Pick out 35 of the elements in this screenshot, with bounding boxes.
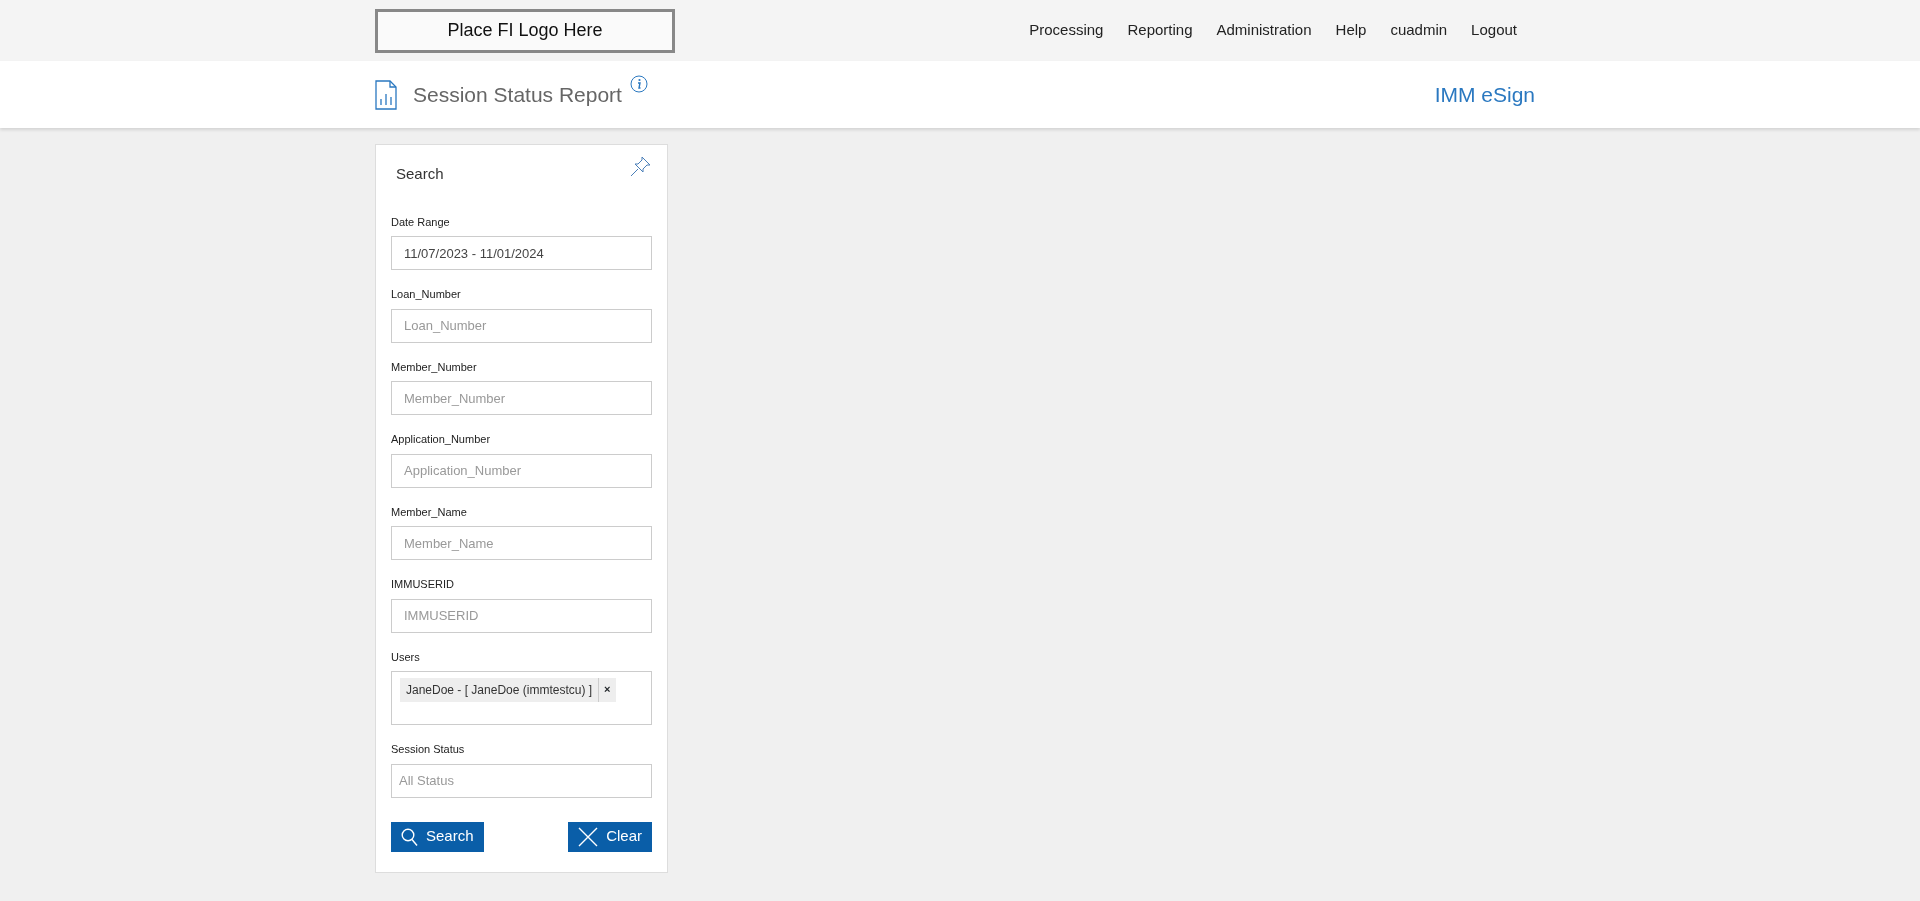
nav-link[interactable]: Reporting [1115,19,1205,42]
input-field[interactable]: 11/07/2023 - 11/01/2024 [391,236,652,270]
nav-link[interactable]: Processing [1017,19,1116,42]
nav-link[interactable]: Logout [1459,19,1529,42]
field-label: Loan_Number [391,287,462,302]
page-title: Session Status Report [413,81,622,108]
input-field[interactable]: Loan_Number [391,308,652,343]
tag-select-field[interactable]: JaneDoe - [ JaneDoe (immtestcu) ] × [391,671,652,725]
field-label: Application_Number [391,432,492,447]
input-field[interactable]: Application_Number [391,453,652,488]
field-label: IMMUSERID [391,577,455,592]
field-label: Member_Name [391,504,468,520]
logo-placeholder-text: Place FI Logo Here [447,19,603,42]
user-tag: JaneDoe - [ JaneDoe (immtestcu) ] [400,678,599,702]
input-field[interactable]: Member_Number [391,381,652,415]
close-icon [578,826,599,847]
pin-icon[interactable] [630,155,652,177]
clear-button[interactable]: Clear [568,821,652,852]
nav-link[interactable]: Administration [1204,19,1324,42]
input-field[interactable]: IMMUSERID [391,598,652,633]
field-label: Member_Number [391,359,478,375]
search-icon [401,827,418,846]
product-name: IMM eSign [1434,81,1535,108]
report-chart-icon [375,79,397,110]
search-button[interactable]: Search [391,821,484,852]
nav-link[interactable]: cuadmin [1378,19,1460,42]
nav-link[interactable]: Help [1323,19,1379,42]
field-label: Users [391,649,421,665]
select-field[interactable]: All Status [391,763,652,798]
input-field[interactable]: Member_Name [391,526,652,560]
panel-title: Search [396,164,444,184]
field-label: Date Range [391,214,451,230]
tag-remove-button[interactable]: × [598,678,616,702]
field-label: Session Status [391,742,466,757]
info-icon[interactable] [629,74,648,93]
